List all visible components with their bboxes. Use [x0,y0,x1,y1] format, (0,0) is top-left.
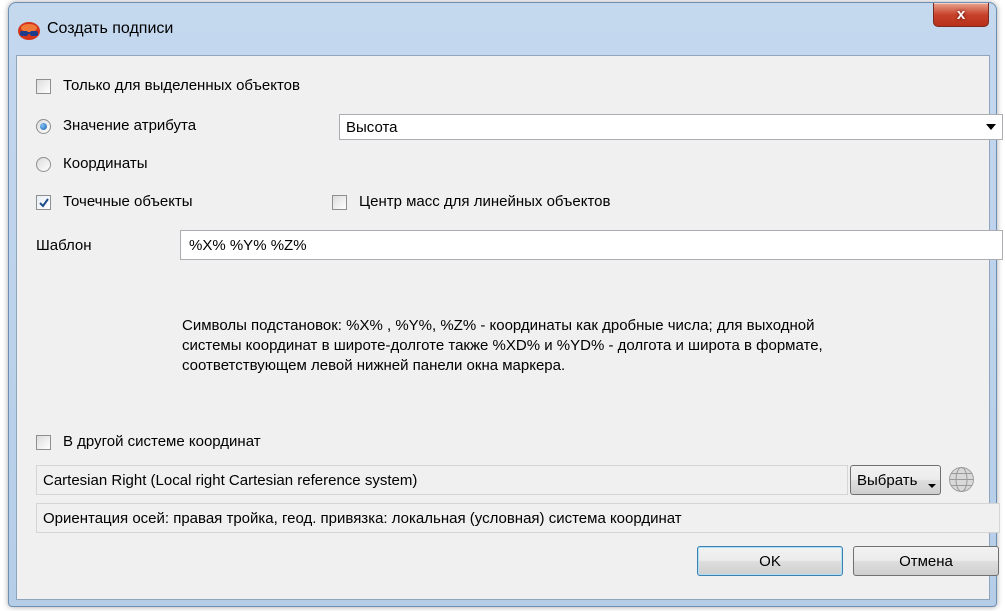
substitution-hint: Символы подстановок: %X% , %Y%, %Z% - ко… [182,316,1002,376]
attribute-select[interactable]: Высота [339,114,1003,140]
chevron-down-icon [986,124,996,130]
globe-icon[interactable] [948,466,975,493]
point-objects-checkbox[interactable] [36,195,51,210]
ok-button[interactable]: OK [697,546,843,576]
cancel-button[interactable]: Отмена [853,546,999,576]
close-icon: x [956,6,966,23]
other-system-label[interactable]: В другой системе координат [63,433,261,450]
other-system-checkbox[interactable] [36,435,51,450]
coordinates-label[interactable]: Координаты [63,155,148,172]
only-selected-checkbox[interactable] [36,79,51,94]
template-label: Шаблон [36,237,92,254]
window-title: Создать подписи [47,20,174,37]
axis-orientation-field: Ориентация осей: правая тройка, геод. пр… [36,503,1000,533]
center-mass-checkbox[interactable] [332,195,347,210]
select-system-label: Выбрать [857,471,918,489]
attribute-value-label[interactable]: Значение атрибута [63,117,196,134]
ok-label: OK [759,552,781,570]
hint-line: соответствующем левой нижней панели окна… [182,357,566,374]
attribute-value-radio[interactable] [36,119,51,134]
dialog-window: Создать подписи x Только для выделенных … [8,2,1003,607]
attribute-select-value: Высота [346,119,398,136]
checkmark-icon [39,198,49,208]
select-system-button[interactable]: Выбрать [850,465,941,495]
center-mass-label[interactable]: Центр масс для линейных объектов [359,193,610,210]
template-input[interactable] [180,230,1003,260]
title-bar[interactable]: Создать подписи x [9,3,996,55]
point-objects-label[interactable]: Точечные объекты [63,193,193,210]
coordinate-system-field: Cartesian Right (Local right Cartesian r… [36,465,848,495]
only-selected-label[interactable]: Только для выделенных объектов [63,77,300,94]
hint-line: системы координат в широте-долготе также… [182,337,823,354]
coordinates-radio[interactable] [36,157,51,172]
cancel-label: Отмена [899,552,953,570]
app-logo-icon [18,22,40,40]
dialog-content: Только для выделенных объектов Значение … [16,55,1003,600]
close-button[interactable]: x [933,3,989,27]
hint-line: Символы подстановок: %X% , %Y%, %Z% - ко… [182,317,815,334]
dropdown-arrow-icon [928,484,936,488]
